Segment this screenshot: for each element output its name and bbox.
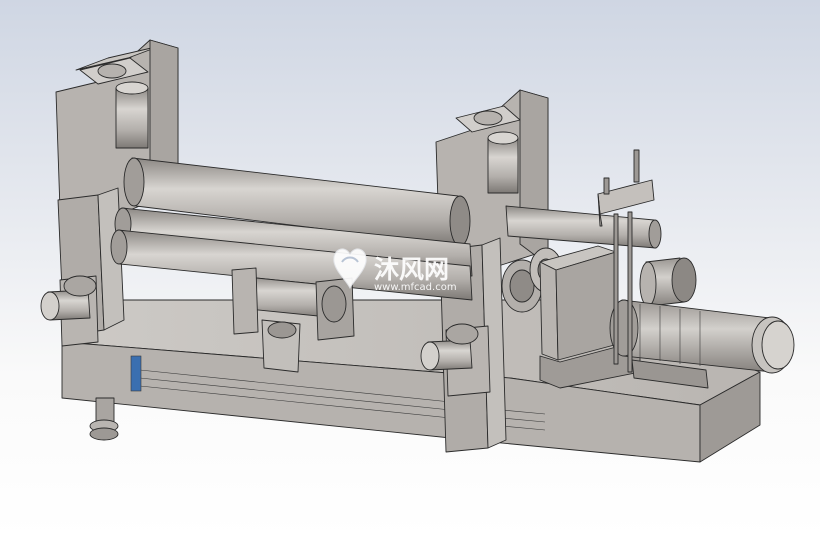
leveling-foot	[89, 397, 119, 441]
electric-motor-main	[609, 299, 795, 389]
watermark-url: www.mfcad.com	[374, 282, 457, 293]
blue-marker-plate	[130, 355, 142, 392]
roll-bending-machine-model: 沐风网 www.mfcad.com	[40, 39, 795, 463]
left-bearing-assembly	[40, 275, 99, 347]
cad-viewport: 沐风网 www.mfcad.com	[0, 0, 820, 538]
watermark-title: 沐风网	[374, 255, 449, 284]
electric-motor-rear	[639, 257, 697, 307]
